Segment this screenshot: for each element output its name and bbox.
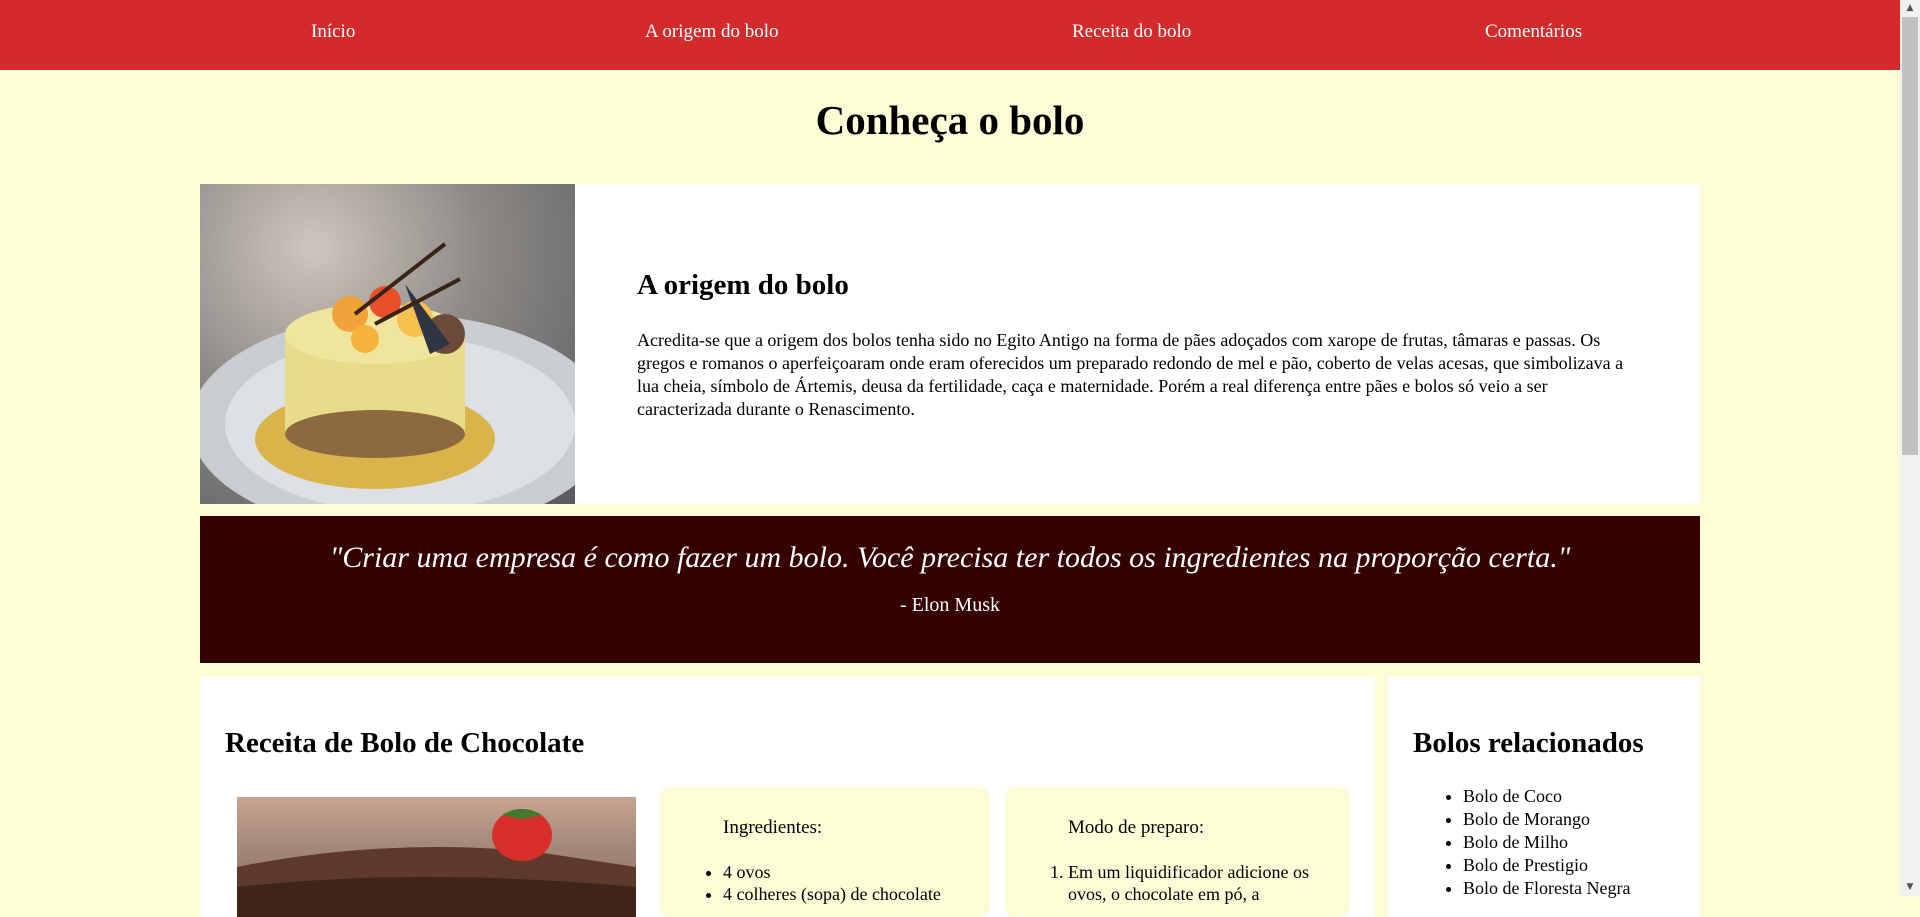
quote-text: "Criar uma empresa é como fazer um bolo.… [329, 541, 1571, 574]
ingredient-item: 4 ovos [723, 861, 990, 883]
scrollbar-thumb[interactable] [1902, 17, 1918, 455]
preparation-steps: Em um liquidificador adicione os ovos, o… [1068, 861, 1338, 905]
ingredient-item: 4 colheres (sopa) de chocolate [723, 883, 990, 905]
related-list: Bolo de Coco Bolo de Morango Bolo de Mil… [1463, 785, 1630, 900]
related-item-coco[interactable]: Bolo de Coco [1463, 785, 1630, 808]
origin-heading: A origem do bolo [637, 269, 849, 301]
ingredients-box: Ingredientes: 4 ovos 4 colheres (sopa) d… [660, 787, 990, 917]
related-item-prestigio[interactable]: Bolo de Prestigio [1463, 854, 1630, 877]
nav-link-inicio[interactable]: Início [311, 21, 355, 43]
nav-link-origem[interactable]: A origem do bolo [645, 21, 779, 43]
related-item-milho[interactable]: Bolo de Milho [1463, 831, 1630, 854]
recipe-title: Receita de Bolo de Chocolate [225, 727, 585, 759]
page-title: Conheça o bolo [815, 97, 1085, 143]
related-item-morango[interactable]: Bolo de Morango [1463, 808, 1630, 831]
related-item-floresta-negra[interactable]: Bolo de Floresta Negra [1463, 877, 1630, 900]
related-title: Bolos relacionados [1413, 727, 1644, 759]
quote-banner: "Criar uma empresa é como fazer um bolo.… [200, 516, 1700, 663]
ingredients-list: 4 ovos 4 colheres (sopa) de chocolate [723, 861, 990, 905]
recipe-section: Receita de Bolo de Chocolate Ingrediente… [200, 677, 1375, 917]
related-cakes-section: Bolos relacionados Bolo de Coco Bolo de … [1388, 677, 1700, 917]
preparation-heading: Modo de preparo: [1068, 817, 1205, 838]
preparation-step: Em um liquidificador adicione os ovos, o… [1068, 861, 1338, 905]
top-navbar: Início A origem do bolo Receita do bolo … [0, 0, 1900, 70]
nav-link-receita[interactable]: Receita do bolo [1072, 21, 1191, 43]
vertical-scrollbar[interactable]: ▲ ▼ [1900, 0, 1920, 896]
quote-author: - Elon Musk [900, 594, 1000, 616]
fruit-cake-image [200, 184, 575, 504]
scroll-down-arrow-icon[interactable]: ▼ [1900, 879, 1920, 896]
preparation-box: Modo de preparo: Em um liquidificador ad… [1005, 787, 1350, 917]
origin-section: A origem do bolo Acredita-se que a orige… [200, 184, 1700, 504]
chocolate-cake-image [237, 797, 636, 917]
ingredients-heading: Ingredientes: [723, 817, 823, 838]
origin-paragraph: Acredita-se que a origem dos bolos tenha… [637, 330, 1624, 419]
scroll-up-arrow-icon[interactable]: ▲ [1900, 0, 1920, 17]
nav-link-comentarios[interactable]: Comentários [1485, 21, 1582, 43]
